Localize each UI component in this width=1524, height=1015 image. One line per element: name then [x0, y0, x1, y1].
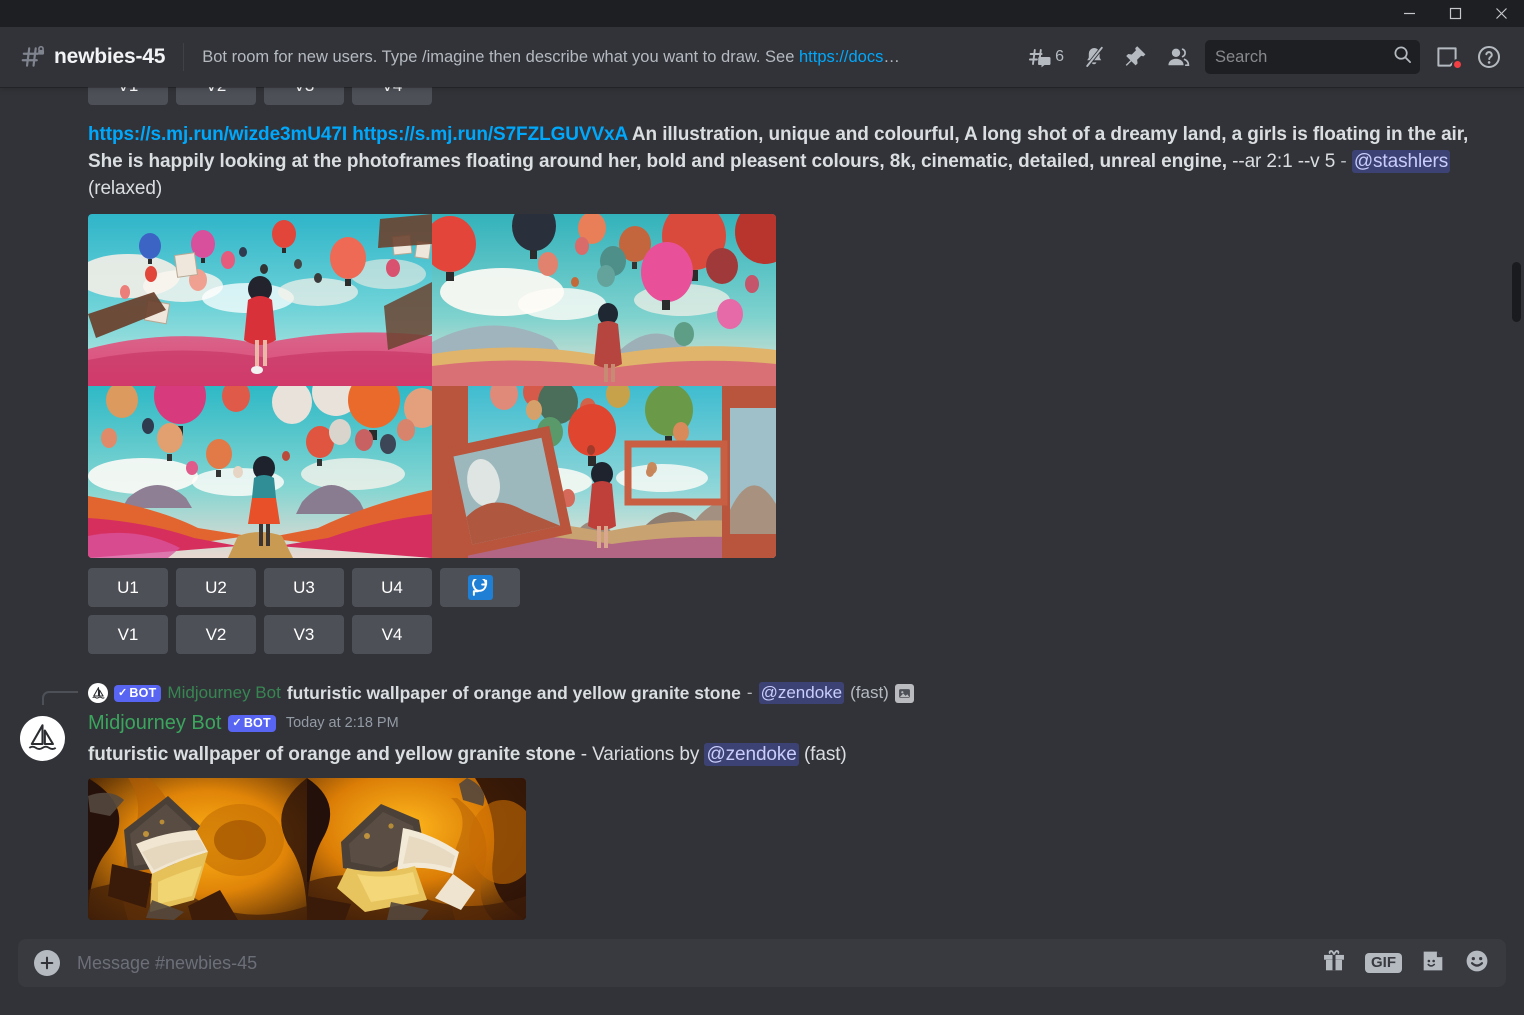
sticker-icon[interactable] [1420, 948, 1446, 979]
message-composer: Message #newbies-45 GIF [0, 929, 1524, 1015]
button-reroll[interactable] [440, 568, 520, 607]
generation-mode: (relaxed) [88, 178, 163, 199]
help-button[interactable] [1468, 35, 1510, 79]
gif-picker-button[interactable]: GIF [1365, 953, 1402, 973]
notification-settings-button[interactable] [1073, 35, 1115, 79]
variation-button-row-top: V1 V2 V3 V4 [88, 87, 1524, 105]
search-bar[interactable]: Search [1205, 40, 1420, 74]
granite-image-grid[interactable] [88, 778, 526, 920]
inbox-button[interactable] [1426, 35, 1468, 79]
subject-prompt: futuristic wallpaper of orange and yello… [88, 744, 576, 765]
message-subject: futuristic wallpaper of orange and yello… [88, 743, 1524, 766]
pinned-messages-button[interactable] [1115, 35, 1157, 79]
message-header: Midjourney Bot ✓ BOT Today at 2:18 PM [88, 709, 1524, 737]
message-imagine-balloons: V1 V2 V3 V4 https://s.mj.run/wizde3mU47I… [0, 87, 1524, 654]
granite-panel-2[interactable] [307, 778, 526, 920]
image-panel-4[interactable] [432, 386, 776, 558]
image-panel-1[interactable] [88, 214, 432, 386]
channel-topic: Bot room for new users. Type /imagine th… [202, 48, 902, 67]
message-author-name[interactable]: Midjourney Bot [88, 712, 221, 735]
window-minimize-button[interactable] [1386, 0, 1432, 27]
reply-bot-badge: ✓ BOT [114, 684, 162, 702]
refresh-icon [467, 575, 493, 600]
midjourney-sailboat-icon [88, 683, 108, 703]
image-panel-3[interactable] [88, 386, 432, 558]
button-v1[interactable]: V1 [88, 615, 168, 654]
reply-prompt-text: futuristic wallpaper of orange and yello… [286, 682, 741, 703]
threads-button[interactable]: 6 [1019, 35, 1073, 79]
reply-user-mention[interactable]: @zendoke [758, 682, 845, 704]
inbox-unread-badge [1452, 59, 1463, 70]
reply-spine [42, 691, 78, 705]
reply-separator: - [746, 683, 753, 702]
button-u4[interactable]: U4 [352, 568, 432, 607]
image-attachment-icon [894, 683, 914, 703]
prompt-params: --ar 2:1 --v 5 [1232, 151, 1336, 172]
search-icon [1393, 45, 1412, 69]
message-timestamp: Today at 2:18 PM [285, 715, 399, 731]
header-actions: 6 Search [1019, 35, 1510, 79]
subject-user-mention[interactable]: @zendoke [704, 743, 799, 766]
window-maximize-button[interactable] [1432, 0, 1478, 27]
bot-badge-check: ✓ [118, 687, 128, 699]
channel-topic-text: Bot room for new users. Type /imagine th… [202, 47, 799, 66]
message-scrollbar[interactable] [1508, 87, 1524, 929]
channel-topic-link[interactable]: https://docs.midjourne... [799, 48, 902, 66]
prompt-image-link-1[interactable]: https://s.mj.run/wizde3mU47I [88, 124, 347, 145]
member-list-button[interactable] [1157, 35, 1199, 79]
upscale-button-row: U1 U2 U3 U4 [88, 568, 1524, 607]
header-divider [183, 43, 185, 71]
bot-badge-label: BOT [129, 685, 157, 700]
window-title-bar [0, 0, 1524, 27]
composer-input-wrapper[interactable]: Message #newbies-45 GIF [18, 939, 1506, 987]
window-close-button[interactable] [1478, 0, 1524, 27]
hash-lock-icon [18, 44, 48, 70]
gift-icon[interactable] [1321, 948, 1347, 979]
page-title: newbies-45 [54, 45, 166, 68]
button-v4-top[interactable]: V4 [352, 87, 432, 105]
message-granite-variations: ✓ BOT Midjourney Bot futuristic wallpaper… [0, 680, 1524, 920]
button-v4[interactable]: V4 [352, 615, 432, 654]
composer-actions: GIF [1321, 948, 1490, 979]
message-bot-badge: ✓ BOT [228, 714, 276, 732]
reply-author-name[interactable]: Midjourney Bot [167, 683, 280, 703]
reply-mode: (fast) [850, 683, 889, 702]
emoji-icon[interactable] [1464, 948, 1490, 979]
generated-image-grid[interactable] [88, 214, 776, 558]
button-u3[interactable]: U3 [264, 568, 344, 607]
button-v3-top[interactable]: V3 [264, 87, 344, 105]
avatar[interactable] [20, 716, 65, 761]
message-content: https://s.mj.run/wizde3mU47I https://s.m… [88, 121, 1478, 202]
button-v2[interactable]: V2 [176, 615, 256, 654]
granite-panel-1[interactable] [88, 778, 307, 920]
prompt-image-link-2[interactable]: https://s.mj.run/S7FZLGUVVxA [352, 124, 627, 145]
channel-header: newbies-45 Bot room for new users. Type … [0, 27, 1524, 87]
add-attachment-icon[interactable] [34, 950, 60, 976]
bot-badge-check-2: ✓ [232, 717, 242, 729]
button-v2-top[interactable]: V2 [176, 87, 256, 105]
user-mention[interactable]: @stashlers [1351, 150, 1451, 173]
subject-mode: (fast) [803, 744, 847, 765]
message-list[interactable]: V1 V2 V3 V4 https://s.mj.run/wizde3mU47I… [0, 87, 1524, 929]
prompt-dash: - [1340, 151, 1347, 172]
button-v1-top[interactable]: V1 [88, 87, 168, 105]
message-input[interactable]: Message #newbies-45 [77, 953, 1321, 974]
subject-variations-label: - Variations by [580, 744, 700, 765]
bot-badge-label-2: BOT [243, 715, 271, 730]
button-u1[interactable]: U1 [88, 568, 168, 607]
search-input[interactable]: Search [1215, 48, 1393, 67]
variation-button-row: V1 V2 V3 V4 [88, 615, 1524, 654]
button-v3[interactable]: V3 [264, 615, 344, 654]
image-panel-2[interactable] [432, 214, 776, 386]
reply-reference[interactable]: ✓ BOT Midjourney Bot futuristic wallpaper… [42, 680, 1524, 706]
button-u2[interactable]: U2 [176, 568, 256, 607]
scrollbar-thumb[interactable] [1512, 262, 1521, 322]
threads-count: 6 [1055, 48, 1064, 65]
